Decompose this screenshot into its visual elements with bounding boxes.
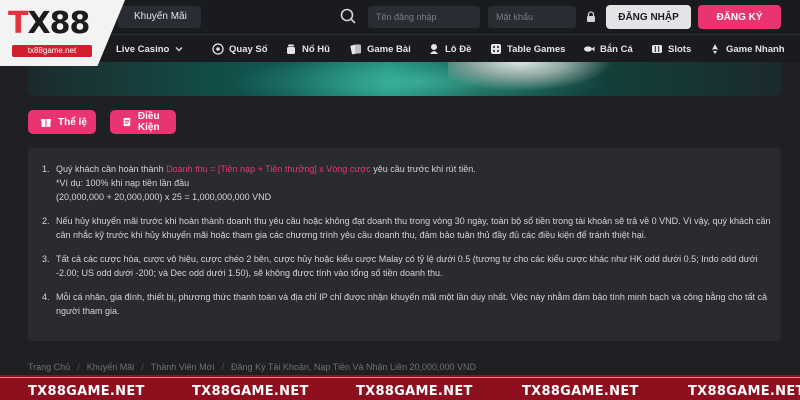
turnover-formula: Doanh thu = [Tiền nạp + Tiền thưởng] x V… bbox=[166, 164, 371, 174]
password-input[interactable] bbox=[488, 6, 576, 28]
jackpot-icon bbox=[287, 44, 295, 54]
login-button[interactable]: ĐĂNG NHẬP bbox=[606, 5, 691, 29]
promo-banner-image bbox=[28, 62, 781, 96]
condition-number: 1. bbox=[42, 164, 50, 174]
footer-watermark-text: TX88GAME.NET bbox=[356, 384, 473, 399]
nav-live-casino[interactable]: Live Casino bbox=[116, 35, 184, 63]
nav-table-games[interactable]: Table Games bbox=[490, 35, 565, 63]
chevron-down-icon bbox=[175, 47, 183, 52]
conditions-panel: 1. Quý khách cần hoàn thành Doanh thu = … bbox=[28, 148, 781, 341]
dice-icon bbox=[491, 44, 501, 54]
condition-text: Nếu hủy khuyến mãi trước khi hoàn thành … bbox=[56, 216, 771, 240]
tab-conditions[interactable]: Điều Kiện bbox=[110, 110, 176, 134]
condition-item: 1. Quý khách cần hoàn thành Doanh thu = … bbox=[42, 162, 776, 204]
lode-icon bbox=[430, 44, 438, 54]
breadcrumb-promo[interactable]: Khuyến Mãi bbox=[87, 362, 135, 372]
search-icon[interactable] bbox=[340, 8, 356, 24]
logo-url: tx88game.net bbox=[12, 45, 92, 57]
nav-label: Quay Số bbox=[229, 43, 268, 55]
condition-text: Quý khách cần hoàn thành bbox=[56, 164, 167, 174]
nav-label: Table Games bbox=[507, 43, 566, 55]
nav-label: Lô Đề bbox=[445, 43, 472, 55]
condition-item: 4. Mỗi cá nhân, gia đình, thiết bị, phươ… bbox=[42, 290, 776, 318]
condition-text: Tất cả các cược hòa, cược vô hiệu, cược … bbox=[56, 254, 758, 278]
condition-item: 3. Tất cả các cược hòa, cược vô hiệu, cư… bbox=[42, 252, 776, 280]
condition-number: 4. bbox=[42, 292, 50, 302]
conditions-list: 1. Quý khách cần hoàn thành Doanh thu = … bbox=[42, 162, 776, 328]
example-formula: (20,000,000 + 20,000,000) x 25 = 1,000,0… bbox=[56, 192, 272, 202]
nav-jackpot[interactable]: Nổ Hũ bbox=[285, 35, 330, 63]
footer-watermark-text: TX88GAME.NET bbox=[522, 384, 639, 399]
username-input[interactable] bbox=[368, 6, 480, 28]
footer-watermark-text: TX88GAME.NET bbox=[688, 384, 800, 399]
tab-label: Điều Kiện bbox=[137, 111, 160, 133]
condition-text: yêu cầu trước khi rút tiền. bbox=[370, 164, 476, 174]
example-text: *Ví dụ: 100% khi nạp tiền lần đầu bbox=[56, 178, 190, 188]
rocket-icon bbox=[712, 44, 718, 54]
nav-lode[interactable]: Lô Đề bbox=[428, 35, 471, 63]
document-icon bbox=[123, 117, 131, 127]
condition-item: 2. Nếu hủy khuyến mãi trước khi hoàn thà… bbox=[42, 214, 776, 242]
breadcrumb-home[interactable]: Trang Chủ bbox=[28, 362, 70, 372]
condition-number: 3. bbox=[42, 254, 50, 264]
breadcrumb-current: Đăng Ký Tài Khoản, Nạp Tiền Và Nhận Liền… bbox=[231, 362, 477, 372]
nav-quick-games[interactable]: Game Nhanh bbox=[709, 35, 785, 63]
footer-watermark-text: TX88GAME.NET bbox=[28, 384, 145, 399]
footer-rule bbox=[0, 377, 800, 378]
condition-number: 2. bbox=[42, 216, 50, 226]
breadcrumb: Trang Chủ / Khuyến Mãi / Thành Viên Mới … bbox=[28, 362, 476, 372]
tab-rules[interactable]: Thể lệ bbox=[28, 110, 96, 134]
fish-icon bbox=[584, 46, 595, 52]
site-logo[interactable]: TX88 tx88game.net bbox=[0, 0, 125, 66]
register-button[interactable]: ĐĂNG KÝ bbox=[698, 5, 781, 29]
lock-icon[interactable] bbox=[586, 11, 596, 22]
banner-figure bbox=[448, 62, 628, 96]
slots-icon bbox=[652, 45, 662, 53]
logo-text: TX88 bbox=[8, 6, 90, 41]
condition-text: Mỗi cá nhân, gia đình, thiết bị, phương … bbox=[56, 292, 767, 316]
nav-label: Slots bbox=[668, 43, 692, 55]
footer-watermark-banner: TX88GAME.NET TX88GAME.NET TX88GAME.NET T… bbox=[0, 375, 800, 400]
nav-label: Game Bài bbox=[367, 43, 411, 55]
breadcrumb-members[interactable]: Thành Viên Mới bbox=[151, 362, 215, 372]
breadcrumb-separator: / bbox=[77, 362, 80, 372]
nav-label: Bắn Cá bbox=[600, 43, 633, 55]
nav-label: Game Nhanh bbox=[726, 43, 785, 55]
breadcrumb-separator: / bbox=[221, 362, 225, 372]
nav-slots[interactable]: Slots bbox=[651, 35, 691, 63]
nav-card-games[interactable]: Game Bài bbox=[350, 35, 411, 63]
gift-icon bbox=[41, 119, 51, 127]
nav-lottery[interactable]: Quay Số bbox=[212, 35, 268, 63]
nav-label: Nổ Hũ bbox=[302, 43, 330, 55]
nav-fishing[interactable]: Bắn Cá bbox=[583, 35, 633, 63]
lottery-icon bbox=[212, 43, 224, 55]
breadcrumb-separator: / bbox=[141, 362, 144, 372]
cards-icon bbox=[350, 44, 361, 55]
promo-tab[interactable]: Khuyến Mãi bbox=[118, 6, 201, 28]
footer-watermark-text: TX88GAME.NET bbox=[192, 384, 309, 399]
tab-label: Thể lệ bbox=[58, 116, 87, 128]
